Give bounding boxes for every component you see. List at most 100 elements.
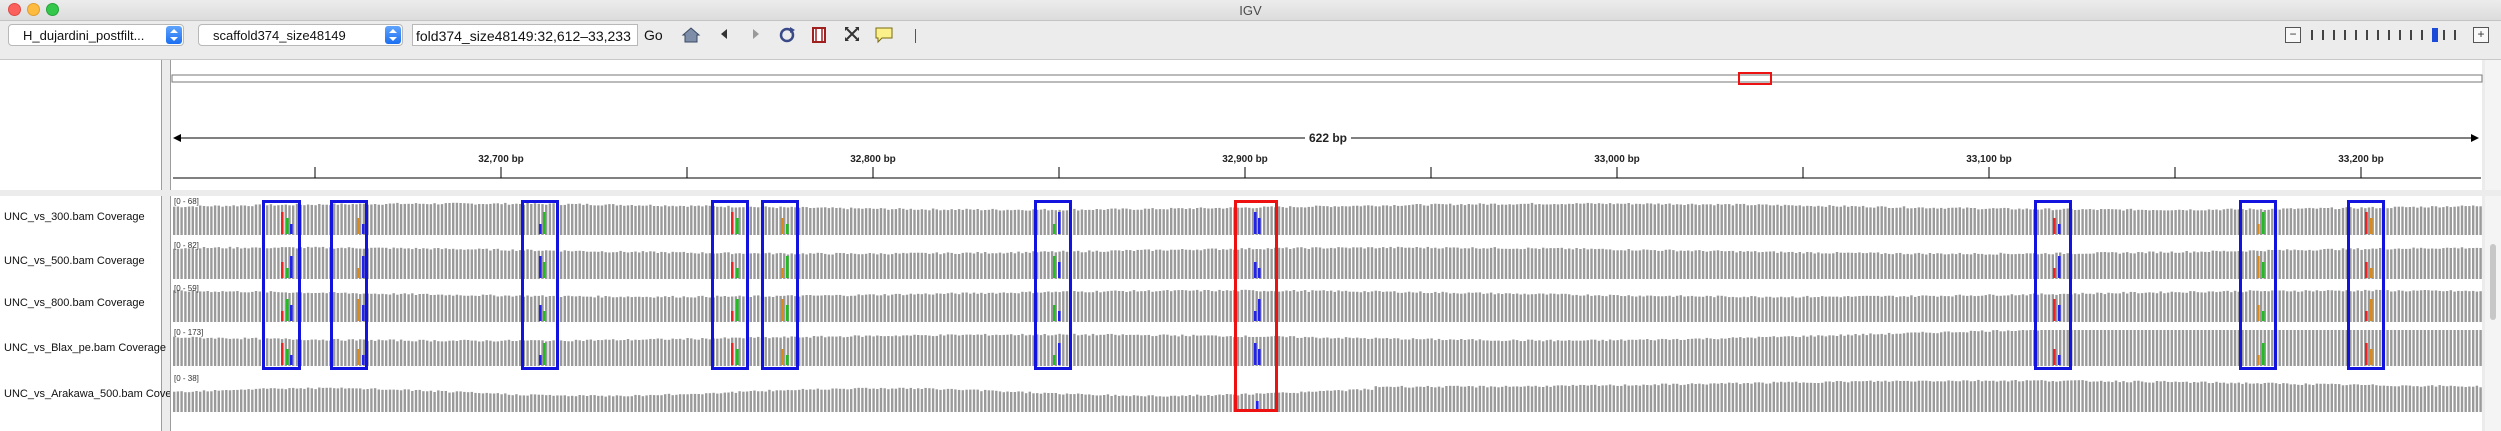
- track-name[interactable]: UNC_vs_300.bam Coverage: [4, 211, 145, 223]
- coverage-bar: [638, 205, 641, 235]
- genome-dropdown[interactable]: H_dujardini_postfilt...: [8, 24, 184, 46]
- coverage-bar: [1400, 339, 1403, 366]
- track-name[interactable]: UNC_vs_800.bam Coverage: [4, 297, 145, 309]
- coverage-bar: [1746, 297, 1749, 322]
- zoom-level-tick[interactable]: [2432, 28, 2438, 42]
- coverage-bar: [2416, 207, 2419, 235]
- coverage-bar: [187, 337, 191, 366]
- coverage-bar: [2338, 209, 2341, 235]
- coverage-track[interactable]: [0 - 82]: [171, 240, 2482, 280]
- refresh-icon[interactable]: [776, 26, 798, 46]
- coverage-bar: [2289, 330, 2293, 366]
- forward-icon[interactable]: [745, 26, 767, 46]
- coverage-bar: [1999, 331, 2002, 366]
- zoom-level-tick[interactable]: [2421, 30, 2423, 40]
- coverage-bar: [1928, 253, 1932, 279]
- coverage-bar: [660, 251, 663, 279]
- coverage-bar: [1527, 385, 1530, 412]
- coverage-bar: [1664, 339, 1668, 366]
- coverage-bar: [1765, 204, 1768, 235]
- coverage-bar: [1110, 290, 1113, 322]
- coverage-bar: [1489, 386, 1493, 412]
- data-scrollbar[interactable]: [2485, 196, 2501, 431]
- track-name[interactable]: UNC_vs_Blax_pe.bam Coverage: [4, 342, 166, 354]
- popup-text-icon[interactable]: [873, 26, 895, 46]
- zoom-level-tick[interactable]: [2399, 30, 2401, 40]
- coverage-bar: [619, 340, 622, 366]
- coverage-bar: [697, 205, 700, 235]
- coverage-bar: [2356, 384, 2359, 412]
- chromosome-ideogram[interactable]: [171, 74, 2483, 83]
- coverage-bar: [604, 252, 607, 279]
- coverage-bar: [1690, 295, 1694, 322]
- track-name[interactable]: UNC_vs_500.bam Coverage: [4, 255, 145, 267]
- back-icon[interactable]: [713, 26, 735, 46]
- zoom-level-tick[interactable]: [2344, 30, 2346, 40]
- scrollbar-thumb[interactable]: [2490, 244, 2496, 320]
- zoom-level-tick[interactable]: [2311, 30, 2313, 40]
- coverage-bar: [1813, 383, 1816, 412]
- go-button[interactable]: Go: [644, 27, 663, 43]
- zoom-level-tick[interactable]: [2443, 30, 2445, 40]
- coverage-bar: [1910, 208, 1913, 235]
- coverage-bar: [2025, 253, 2028, 279]
- coverage-bar: [455, 294, 459, 322]
- zoom-level-tick[interactable]: [2388, 30, 2390, 40]
- coverage-bar: [1017, 209, 1020, 235]
- coverage-bar: [1467, 204, 1470, 235]
- zoom-level-tick[interactable]: [2454, 30, 2456, 40]
- coverage-bar: [2137, 209, 2140, 235]
- coverage-bar: [645, 395, 648, 412]
- zoom-out-button[interactable]: −: [2285, 27, 2301, 43]
- coverage-bar: [221, 248, 224, 279]
- coverage-bar: [515, 295, 518, 322]
- coverage-bar: [1608, 384, 1612, 412]
- home-icon[interactable]: [680, 26, 702, 46]
- data-panel[interactable]: [0 - 68] [0 - 82] [0 - 59] [0 - 173] [0 …: [170, 196, 2482, 431]
- coverage-bar: [1318, 338, 1322, 366]
- zoom-level-tick[interactable]: [2322, 30, 2324, 40]
- coverage-bar: [1292, 392, 1296, 412]
- zoom-in-button[interactable]: +: [2473, 27, 2489, 43]
- chromosome-dropdown[interactable]: scaffold374_size48149: [198, 24, 403, 46]
- zoom-level-tick[interactable]: [2410, 30, 2412, 40]
- coverage-bar: [1865, 207, 1868, 235]
- coverage-bar: [1954, 295, 1958, 322]
- coverage-bar: [1512, 339, 1515, 366]
- coverage-bar: [2077, 209, 2080, 235]
- header-scrollbar[interactable]: [2485, 60, 2501, 190]
- coverage-bar: [693, 297, 697, 322]
- coverage-bar: [954, 293, 957, 322]
- zoom-level-tick[interactable]: [2377, 30, 2379, 40]
- coverage-bar: [2170, 251, 2173, 279]
- coverage-track[interactable]: [0 - 59]: [171, 283, 2482, 323]
- coverage-bar: [2312, 330, 2315, 366]
- locus-input[interactable]: fold374_size48149:32,612–33,233: [412, 24, 638, 46]
- coverage-track[interactable]: [0 - 38]: [171, 373, 2482, 413]
- coverage-bar: [1579, 203, 1582, 235]
- coverage-bar: [1910, 381, 1913, 412]
- roi-icon[interactable]: [808, 26, 830, 46]
- coverage-bar: [2453, 291, 2456, 322]
- coverage-bar: [1683, 205, 1686, 235]
- coverage-bar: [1318, 390, 1322, 412]
- zoom-level-tick[interactable]: [2355, 30, 2357, 40]
- coverage-bar: [545, 395, 548, 412]
- coverage-bar: [1731, 383, 1735, 412]
- coverage-track[interactable]: [0 - 173]: [171, 327, 2482, 367]
- zoom-widget[interactable]: − +: [2285, 27, 2491, 45]
- coverage-track[interactable]: [0 - 68]: [171, 196, 2482, 236]
- coverage-bar: [842, 295, 845, 322]
- resize-icon[interactable]: [841, 26, 863, 46]
- coverage-bar: [1962, 295, 1965, 322]
- coverage-bar: [928, 253, 931, 279]
- track-name[interactable]: UNC_vs_Arakawa_500.bam Cove: [4, 388, 172, 400]
- coverage-bar: [1519, 249, 1522, 279]
- zoom-level-tick[interactable]: [2366, 30, 2368, 40]
- coverage-bar: [1560, 204, 1563, 235]
- coverage-bar: [1843, 296, 1846, 322]
- coverage-bar: [1694, 204, 1697, 235]
- coverage-bar: [247, 338, 250, 366]
- coverage-bar: [481, 204, 485, 235]
- zoom-level-tick[interactable]: [2333, 30, 2335, 40]
